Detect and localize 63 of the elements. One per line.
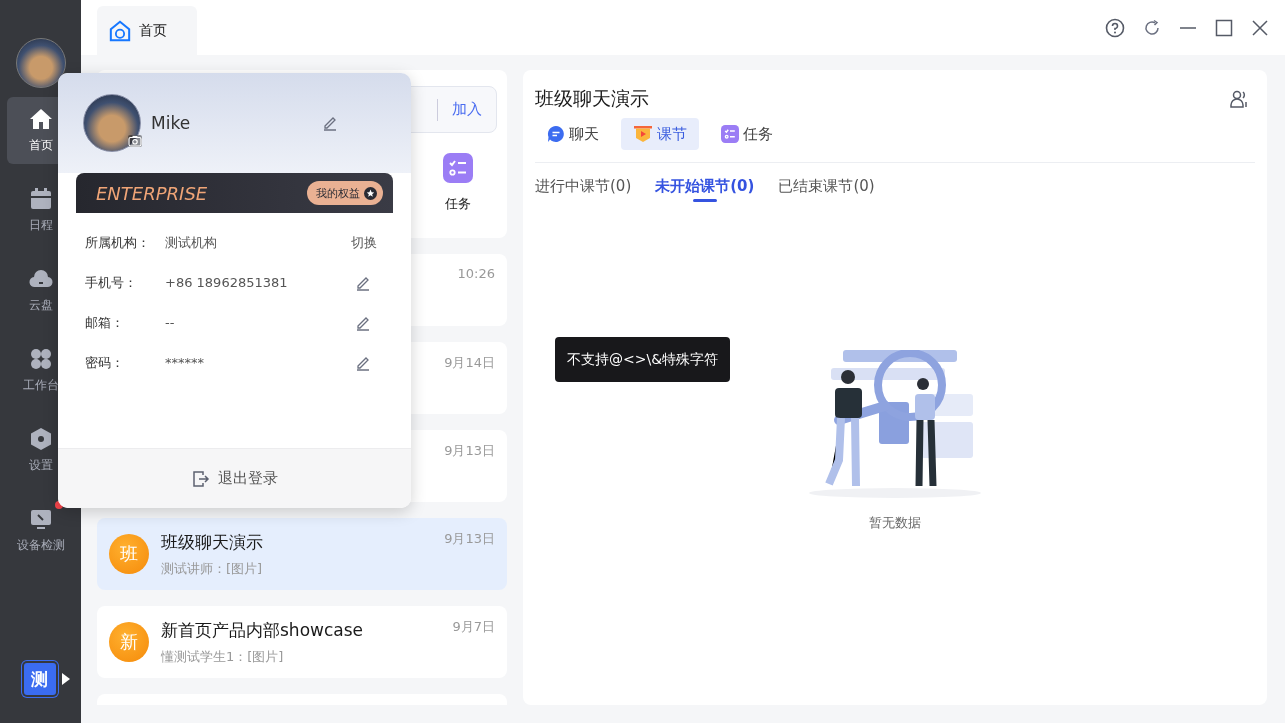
edit-icon[interactable] (322, 115, 338, 131)
checklist-icon (721, 125, 739, 143)
tab[interactable]: 未开始课节(0) (655, 177, 755, 202)
chat-card[interactable]: 班 班级聊天演示 测试讲师：[图片] 9月13日 (97, 518, 507, 590)
tab[interactable]: 进行中课节(0) (535, 177, 632, 202)
house-icon (109, 19, 131, 42)
refresh-icon[interactable] (1143, 18, 1161, 37)
maximize-icon[interactable] (1215, 18, 1233, 37)
message-time: 10:26 (457, 266, 495, 281)
calendar-icon (28, 187, 53, 211)
field-value: -- (165, 315, 176, 330)
workspace-badge[interactable]: 测 (23, 663, 56, 695)
switch-link[interactable]: 切换 (351, 233, 377, 252)
field-label: 密码： (85, 353, 125, 372)
chat-bubble-icon (547, 125, 565, 143)
sidebar-item[interactable]: 工作台 (6, 337, 75, 404)
field-value: 测试机构 (165, 233, 218, 252)
members-icon[interactable] (1229, 89, 1249, 109)
field-label: 手机号： (85, 273, 138, 292)
panel-title: 班级聊天演示 (535, 86, 649, 111)
tab[interactable]: 首页 (97, 6, 197, 55)
message-time: 9月14日 (444, 354, 495, 372)
benefits-button[interactable]: 我的权益 (307, 181, 383, 205)
tab[interactable]: 任务 (709, 118, 785, 150)
caret-icon[interactable] (61, 673, 70, 685)
field-value: +86 18962851381 (165, 275, 289, 290)
close-icon[interactable] (1251, 18, 1269, 37)
chat-title: 新首页产品内部showcase (161, 618, 364, 642)
field-label: 邮箱： (85, 313, 125, 332)
sidebar-item[interactable]: 设置 (6, 417, 75, 484)
field-label: 所属机构： (85, 233, 151, 252)
message-preview: 测试讲师：[图片] (161, 559, 263, 578)
chat-card[interactable]: 新 新首页产品内部showcase 懂测试学生1：[图片] 9月7日 (97, 606, 507, 678)
presentation-icon (633, 125, 653, 143)
logout-button[interactable]: 退出登录 (191, 469, 278, 488)
plan-name: ENTERPRISE (96, 182, 208, 204)
tab[interactable]: 已结束课节(0) (778, 177, 875, 202)
quick-action[interactable]: 任务 (443, 153, 473, 213)
field-value: ****** (165, 355, 205, 370)
chat-title: 班级聊天演示 (161, 530, 263, 554)
checklist-icon (443, 153, 473, 183)
home-icon (28, 107, 53, 131)
message-time: 9月13日 (444, 530, 495, 548)
tab[interactable]: 聊天 (535, 118, 611, 150)
message-preview: 懂测试学生1：[图片] (161, 647, 285, 666)
tooltip: 不支持@<>\&特殊字符 (555, 337, 731, 382)
empty-state-text: 暂无数据 (869, 514, 921, 532)
monitor-icon (28, 507, 53, 531)
user-name: Mike (151, 113, 191, 133)
logout-icon (191, 469, 210, 488)
sidebar-item[interactable]: 云盘 (6, 257, 75, 324)
settings-icon (28, 427, 53, 451)
star-icon (364, 186, 377, 200)
avatar: 新 (109, 622, 149, 662)
help-icon[interactable] (1105, 17, 1125, 38)
grid-icon (28, 347, 53, 371)
message-time: 9月7日 (452, 618, 495, 636)
message-time: 9月13日 (444, 442, 495, 460)
avatar: 班 (109, 534, 149, 574)
camera-icon[interactable] (128, 135, 142, 147)
tab[interactable]: 课节 (621, 118, 699, 150)
join-button[interactable]: 加入 (452, 100, 482, 119)
avatar[interactable] (15, 38, 66, 88)
